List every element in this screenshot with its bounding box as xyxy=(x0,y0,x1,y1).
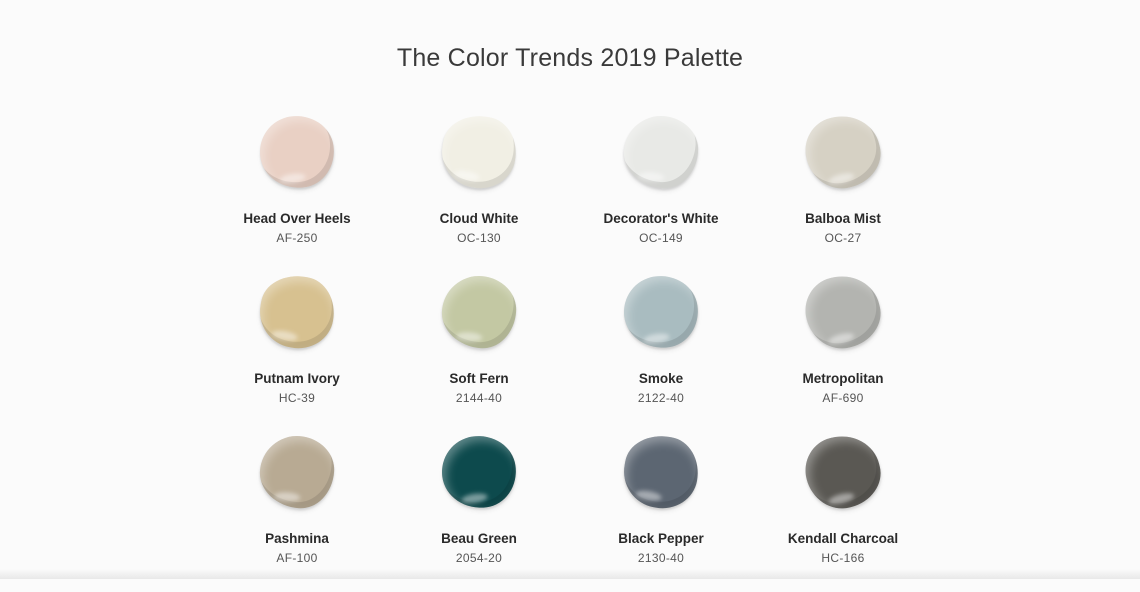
swatch-code: HC-166 xyxy=(821,551,865,565)
swatch-card-head-over-heels[interactable]: Head Over Heels AF-250 xyxy=(206,111,388,272)
paint-blob-swatch[interactable] xyxy=(621,113,701,191)
swatch-name: Beau Green xyxy=(441,531,517,546)
swatch-name: Pashmina xyxy=(265,531,329,546)
paint-blob-wrapper xyxy=(619,271,703,353)
swatch-name: Smoke xyxy=(638,371,684,386)
swatch-code: AF-250 xyxy=(276,231,318,245)
swatch-name: Cloud White xyxy=(439,211,519,226)
paint-blob-swatch[interactable] xyxy=(436,110,522,194)
swatch-code: 2054-20 xyxy=(455,551,503,565)
swatch-code: OC-27 xyxy=(824,231,862,245)
swatch-card-metropolitan[interactable]: Metropolitan AF-690 xyxy=(752,268,934,432)
swatch-card-decorators-white[interactable]: Decorator's White OC-149 xyxy=(570,112,752,272)
swatch-name: Decorator's White xyxy=(603,211,719,226)
paint-blob-wrapper xyxy=(437,431,521,513)
paint-blob-swatch[interactable] xyxy=(798,108,888,196)
paint-blob-swatch[interactable] xyxy=(798,268,888,356)
paint-blob-swatch[interactable] xyxy=(439,273,519,351)
paint-blob-wrapper xyxy=(255,111,339,193)
paint-blob-wrapper xyxy=(439,272,519,352)
paint-blob-swatch[interactable] xyxy=(798,428,888,516)
swatch-name: Putnam Ivory xyxy=(254,371,340,386)
swatch-card-cloud-white[interactable]: Cloud White OC-130 xyxy=(388,110,570,272)
paint-blob-wrapper xyxy=(798,268,888,356)
palette-grid: Head Over Heels AF-250 Cloud White OC-13… xyxy=(206,108,934,592)
swatch-code: 2130-40 xyxy=(637,551,685,565)
swatch-code: OC-149 xyxy=(639,231,683,245)
swatch-code: OC-130 xyxy=(457,231,501,245)
swatch-card-pashmina[interactable]: Pashmina AF-100 xyxy=(206,432,388,592)
swatch-code: HC-39 xyxy=(278,391,316,405)
swatch-card-beau-green[interactable]: Beau Green 2054-20 xyxy=(388,431,570,592)
swatch-code: AF-690 xyxy=(822,391,864,405)
swatch-name: Metropolitan xyxy=(802,371,884,386)
swatch-card-putnam-ivory[interactable]: Putnam Ivory HC-39 xyxy=(206,270,388,432)
page-title: The Color Trends 2019 Palette xyxy=(396,44,744,72)
swatch-card-balboa-mist[interactable]: Balboa Mist OC-27 xyxy=(752,108,934,272)
paint-blob-wrapper xyxy=(436,110,522,194)
bottom-fade xyxy=(0,569,1140,579)
swatch-card-soft-fern[interactable]: Soft Fern 2144-40 xyxy=(388,272,570,432)
paint-blob-swatch[interactable] xyxy=(254,270,340,354)
paint-blob-swatch[interactable] xyxy=(257,433,337,511)
paint-blob-wrapper xyxy=(618,430,704,514)
swatch-name: Head Over Heels xyxy=(243,211,351,226)
paint-blob-wrapper xyxy=(254,270,340,354)
paint-blob-wrapper xyxy=(621,112,701,192)
swatch-card-black-pepper[interactable]: Black Pepper 2130-40 xyxy=(570,430,752,592)
swatch-name: Balboa Mist xyxy=(805,211,881,226)
swatch-name: Soft Fern xyxy=(449,371,509,386)
paint-blob-wrapper xyxy=(257,432,337,512)
paint-blob-swatch[interactable] xyxy=(619,271,703,353)
swatch-name: Black Pepper xyxy=(618,531,704,546)
swatch-card-smoke[interactable]: Smoke 2122-40 xyxy=(570,271,752,432)
swatch-code: 2144-40 xyxy=(455,391,503,405)
swatch-code: AF-100 xyxy=(276,551,318,565)
paint-blob-wrapper xyxy=(798,108,888,196)
paint-blob-swatch[interactable] xyxy=(255,111,339,193)
paint-blob-swatch[interactable] xyxy=(618,430,704,514)
paint-blob-swatch[interactable] xyxy=(437,431,521,513)
paint-blob-wrapper xyxy=(798,428,888,516)
swatch-name: Kendall Charcoal xyxy=(787,531,899,546)
swatch-code: 2122-40 xyxy=(637,391,685,405)
swatch-card-kendall-charcoal[interactable]: Kendall Charcoal HC-166 xyxy=(752,428,934,592)
